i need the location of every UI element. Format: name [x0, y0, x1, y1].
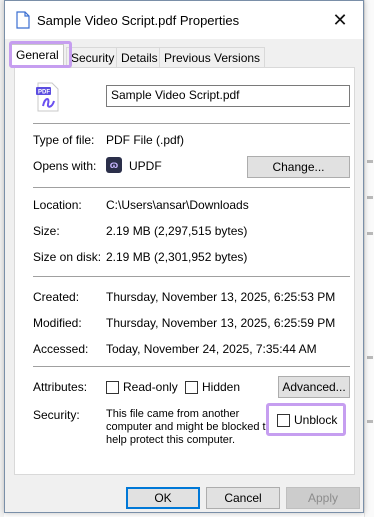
tab-label: Details: [121, 51, 158, 65]
type-value: PDF File (.pdf): [106, 133, 185, 147]
tab-label: General: [16, 48, 59, 62]
readonly-checkbox[interactable]: Read-only: [106, 380, 178, 394]
file-name-field[interactable]: Sample Video Script.pdf: [106, 85, 350, 107]
location-label: Location:: [33, 198, 82, 212]
close-button[interactable]: ✕: [317, 1, 363, 39]
apply-button-label: Apply: [307, 491, 339, 505]
window-title: Sample Video Script.pdf Properties: [37, 13, 240, 28]
tab-strip: General Security Details Previous Versio…: [5, 39, 363, 68]
ok-button[interactable]: OK: [126, 487, 200, 509]
background-mark: [367, 196, 373, 199]
general-panel: PDF Sample Video Script.pdf Type of file…: [14, 67, 355, 475]
accessed-value: Today, November 24, 2025, 7:35:44 AM: [106, 342, 317, 356]
size-value: 2.19 MB (2,297,515 bytes): [106, 224, 248, 238]
size-label: Size:: [33, 224, 60, 238]
change-button[interactable]: Change...: [247, 156, 350, 178]
modified-label: Modified:: [33, 316, 82, 330]
hidden-label: Hidden: [202, 380, 241, 394]
size-on-disk-value: 2.19 MB (2,301,952 bytes): [106, 250, 248, 264]
tab-previous-versions[interactable]: Previous Versions: [159, 47, 266, 67]
background-mark: [367, 160, 373, 163]
cancel-button[interactable]: Cancel: [206, 487, 280, 509]
divider: [33, 276, 350, 277]
created-value: Thursday, November 13, 2025, 6:25:53 PM: [106, 290, 336, 304]
properties-dialog: Sample Video Script.pdf Properties ✕ Gen…: [4, 0, 364, 513]
apply-button[interactable]: Apply: [286, 487, 360, 509]
tab-label: Security: [71, 51, 115, 65]
cancel-button-label: Cancel: [224, 491, 262, 505]
tab-label: Previous Versions: [164, 51, 261, 65]
attributes-label: Attributes:: [33, 380, 88, 394]
advanced-button-label: Advanced...: [282, 380, 346, 394]
type-label: Type of file:: [33, 133, 95, 147]
checkbox-box: [185, 380, 198, 394]
opens-with-label: Opens with:: [33, 159, 97, 173]
background-window-strip: [364, 0, 374, 517]
title-bar[interactable]: Sample Video Script.pdf Properties ✕: [5, 1, 363, 39]
readonly-label: Read-only: [123, 380, 178, 394]
updf-app-icon: ɷ: [106, 157, 122, 173]
checkbox-box: [277, 413, 290, 427]
document-icon: [16, 11, 30, 29]
change-button-label: Change...: [272, 160, 325, 174]
hidden-checkbox[interactable]: Hidden: [185, 380, 240, 394]
created-label: Created:: [33, 290, 80, 304]
size-on-disk-label: Size on disk:: [33, 250, 102, 264]
checkbox-box: [106, 380, 119, 394]
opens-with-value: UPDF: [129, 159, 162, 173]
pdf-file-icon: PDF: [36, 82, 59, 112]
security-message: This file came from another computer and…: [106, 408, 272, 446]
ok-button-label: OK: [154, 491, 172, 505]
accessed-label: Accessed:: [33, 342, 89, 356]
tab-security[interactable]: Security: [66, 47, 120, 67]
divider: [33, 123, 350, 124]
location-value: C:\Users\ansar\Downloads: [106, 198, 249, 212]
svg-text:PDF: PDF: [38, 90, 50, 96]
divider: [33, 366, 350, 367]
modified-value: Thursday, November 13, 2025, 6:25:59 PM: [106, 316, 336, 330]
close-icon: ✕: [332, 9, 348, 30]
divider: [33, 187, 350, 188]
background-mark: [367, 232, 373, 235]
unblock-checkbox[interactable]: Unblock: [277, 413, 337, 427]
advanced-button[interactable]: Advanced...: [278, 376, 350, 398]
unblock-label: Unblock: [294, 413, 338, 427]
tab-general[interactable]: General: [11, 44, 64, 68]
security-label: Security:: [33, 408, 80, 422]
background-mark: [367, 356, 373, 359]
background-mark: [367, 420, 373, 423]
tab-details[interactable]: Details: [116, 47, 163, 67]
